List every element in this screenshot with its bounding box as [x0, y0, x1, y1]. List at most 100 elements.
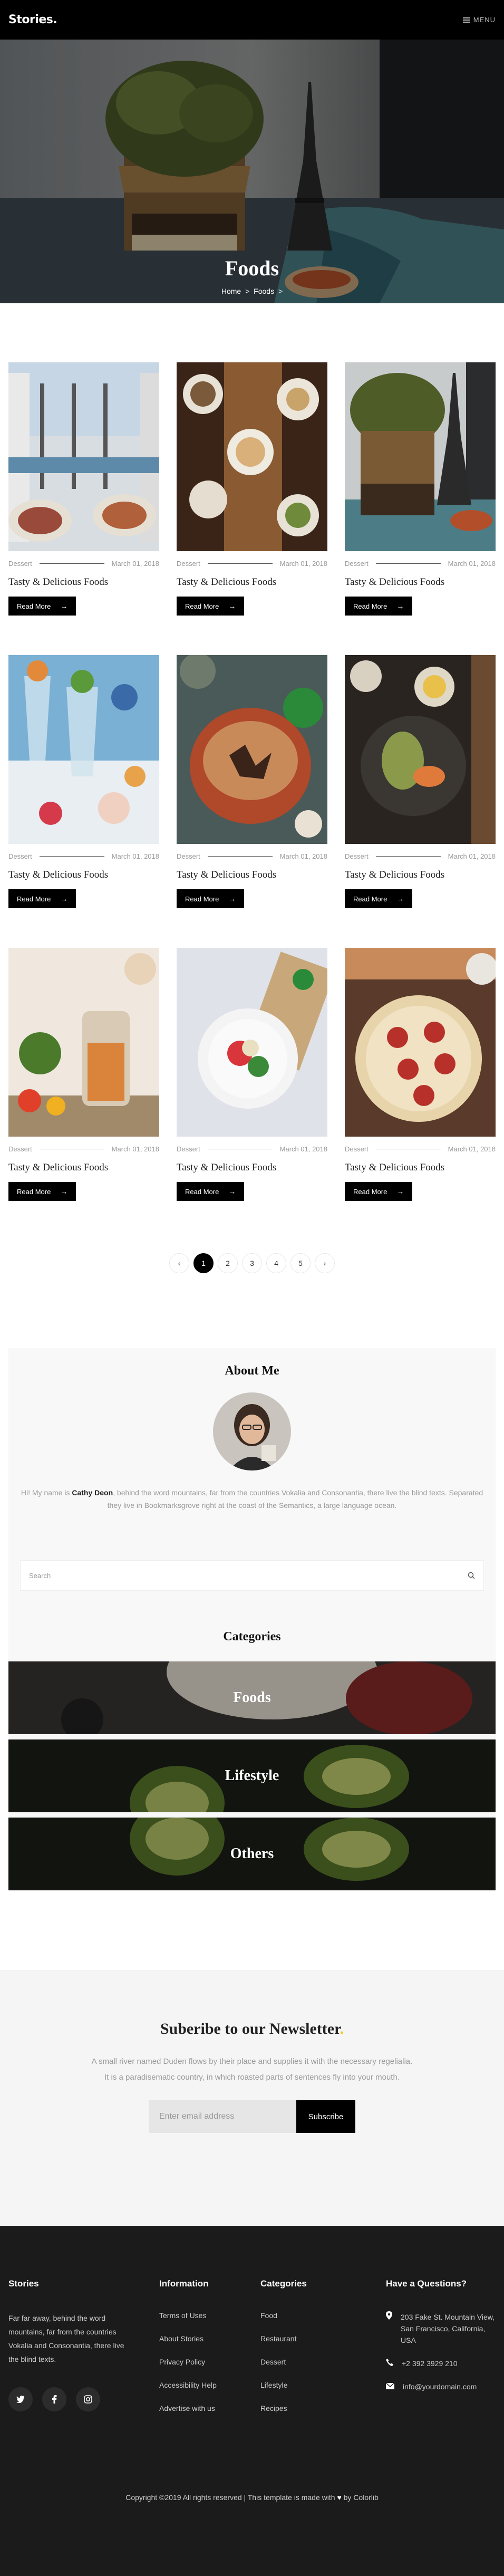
footer-link[interactable]: Food: [260, 2311, 307, 2334]
search-placeholder: Search: [29, 1571, 51, 1580]
post-date: March 01, 2018: [279, 1145, 327, 1153]
pagination-page-5[interactable]: 5: [290, 1253, 311, 1273]
pagination-page-2[interactable]: 2: [218, 1253, 238, 1273]
post-title[interactable]: Tasty & Delicious Foods: [177, 1162, 327, 1174]
post-category[interactable]: Dessert: [345, 560, 369, 568]
post-category[interactable]: Dessert: [8, 852, 32, 860]
category-label: Lifestyle: [225, 1767, 279, 1784]
read-more-button[interactable]: Read More →: [8, 597, 76, 616]
copyright: Copyright ©2019 All rights reserved | Th…: [0, 2493, 504, 2502]
post-title[interactable]: Tasty & Delicious Foods: [8, 869, 159, 881]
post-category[interactable]: Dessert: [8, 1145, 32, 1153]
read-more-button[interactable]: Read More →: [177, 1182, 245, 1201]
arrow-right-icon: →: [228, 1187, 236, 1196]
read-more-label: Read More: [185, 895, 219, 903]
footer-link[interactable]: Advertise with us: [159, 2404, 217, 2427]
instagram-icon[interactable]: [76, 2387, 100, 2411]
twitter-icon[interactable]: [8, 2387, 33, 2411]
arrow-right-icon: →: [60, 602, 68, 610]
footer-info-title: Information: [159, 2279, 209, 2289]
post-meta: Dessert March 01, 2018: [177, 1145, 327, 1153]
post-category[interactable]: Dessert: [345, 1145, 369, 1153]
post-card: Dessert March 01, 2018 Tasty & Delicious …: [177, 655, 327, 908]
post-thumbnail[interactable]: [345, 948, 496, 1137]
read-more-button[interactable]: Read More →: [177, 889, 245, 908]
menu-button[interactable]: MENU: [462, 16, 496, 24]
post-title[interactable]: Tasty & Delicious Foods: [8, 576, 159, 588]
map-marker-icon: [386, 2311, 392, 2346]
post-card: Dessert March 01, 2018 Tasty & Delicious …: [345, 362, 496, 616]
read-more-label: Read More: [185, 1187, 219, 1196]
pagination-page-4[interactable]: 4: [266, 1253, 286, 1273]
post-thumbnail[interactable]: [345, 362, 496, 551]
contact-email[interactable]: info@yourdomain.com: [385, 2381, 497, 2392]
post-title[interactable]: Tasty & Delicious Foods: [177, 869, 327, 881]
facebook-icon[interactable]: [42, 2387, 66, 2411]
email-text: info@yourdomain.com: [403, 2382, 477, 2391]
footer-link[interactable]: Restaurant: [260, 2334, 307, 2358]
breadcrumb-end: >: [278, 287, 283, 295]
site-logo[interactable]: Stories.: [8, 13, 57, 26]
arrow-right-icon: →: [60, 895, 68, 903]
post-thumbnail[interactable]: [177, 655, 327, 844]
post-thumbnail[interactable]: [345, 655, 496, 844]
read-more-button[interactable]: Read More →: [345, 597, 413, 616]
read-more-label: Read More: [17, 1187, 51, 1196]
post-category[interactable]: Dessert: [177, 852, 200, 860]
post-title[interactable]: Tasty & Delicious Foods: [345, 869, 496, 881]
contact-address: 203 Fake St. Mountain View, San Francisc…: [386, 2311, 497, 2346]
logo-dot: .: [53, 13, 57, 26]
post-thumbnail[interactable]: [177, 948, 327, 1137]
subscribe-button[interactable]: Subscribe: [296, 2100, 355, 2133]
post-category[interactable]: Dessert: [177, 1145, 200, 1153]
post-meta: Dessert March 01, 2018: [345, 1145, 496, 1153]
footer-link[interactable]: Privacy Policy: [159, 2358, 217, 2381]
read-more-button[interactable]: Read More →: [345, 889, 413, 908]
post-card: Dessert March 01, 2018 Tasty & Delicious …: [345, 948, 496, 1201]
menu-label: MENU: [473, 16, 496, 24]
post-title[interactable]: Tasty & Delicious Foods: [8, 1162, 159, 1174]
post-thumbnail[interactable]: [8, 655, 159, 844]
search-icon[interactable]: [468, 1572, 475, 1579]
footer-link[interactable]: Dessert: [260, 2358, 307, 2381]
read-more-label: Read More: [185, 602, 219, 610]
author-name: Cathy Deon: [72, 1488, 113, 1497]
read-more-button[interactable]: Read More →: [177, 597, 245, 616]
category-lifestyle[interactable]: Lifestyle: [8, 1739, 496, 1812]
breadcrumb-home[interactable]: Home: [221, 287, 241, 295]
post-category[interactable]: Dessert: [177, 560, 200, 568]
post-thumbnail[interactable]: [8, 948, 159, 1137]
pagination-prev-button[interactable]: ‹: [169, 1253, 189, 1273]
copyright-credit[interactable]: by Colorlib: [344, 2493, 379, 2502]
post-thumbnail[interactable]: [8, 362, 159, 551]
newsletter-title: Suberibe to our Newsletter.: [0, 2020, 504, 2038]
pagination-page-3[interactable]: 3: [242, 1253, 262, 1273]
read-more-button[interactable]: Read More →: [8, 1182, 76, 1201]
footer-link[interactable]: About Stories: [159, 2334, 217, 2358]
read-more-button[interactable]: Read More →: [345, 1182, 413, 1201]
category-foods[interactable]: Foods: [8, 1661, 496, 1734]
post-title[interactable]: Tasty & Delicious Foods: [177, 576, 327, 588]
footer-link[interactable]: Lifestyle: [260, 2381, 307, 2404]
post-category[interactable]: Dessert: [345, 852, 369, 860]
pagination-next-button[interactable]: ›: [315, 1253, 335, 1273]
search-input[interactable]: Search: [20, 1560, 484, 1591]
post-category[interactable]: Dessert: [8, 560, 32, 568]
read-more-button[interactable]: Read More →: [8, 889, 76, 908]
footer-link[interactable]: Terms of Uses: [159, 2311, 217, 2334]
category-others[interactable]: Others: [8, 1818, 496, 1890]
post-meta: Dessert March 01, 2018: [177, 560, 327, 568]
post-thumbnail[interactable]: [177, 362, 327, 551]
footer-link[interactable]: Recipes: [260, 2404, 307, 2427]
newsletter-title-dot: .: [340, 2020, 344, 2037]
post-title[interactable]: Tasty & Delicious Foods: [345, 1162, 496, 1174]
contact-phone[interactable]: +2 392 3929 210: [386, 2358, 497, 2369]
post-meta: Dessert March 01, 2018: [345, 852, 496, 860]
read-more-label: Read More: [17, 602, 51, 610]
pagination-page-1[interactable]: 1: [193, 1253, 214, 1273]
footer-categories: Categories Food Restaurant Dessert Lifes…: [260, 2279, 307, 2427]
email-field[interactable]: Enter email address: [149, 2100, 296, 2133]
footer-link[interactable]: Accessibility Help: [159, 2381, 217, 2404]
post-title[interactable]: Tasty & Delicious Foods: [345, 576, 496, 588]
categories-title: Categories: [223, 1630, 281, 1643]
